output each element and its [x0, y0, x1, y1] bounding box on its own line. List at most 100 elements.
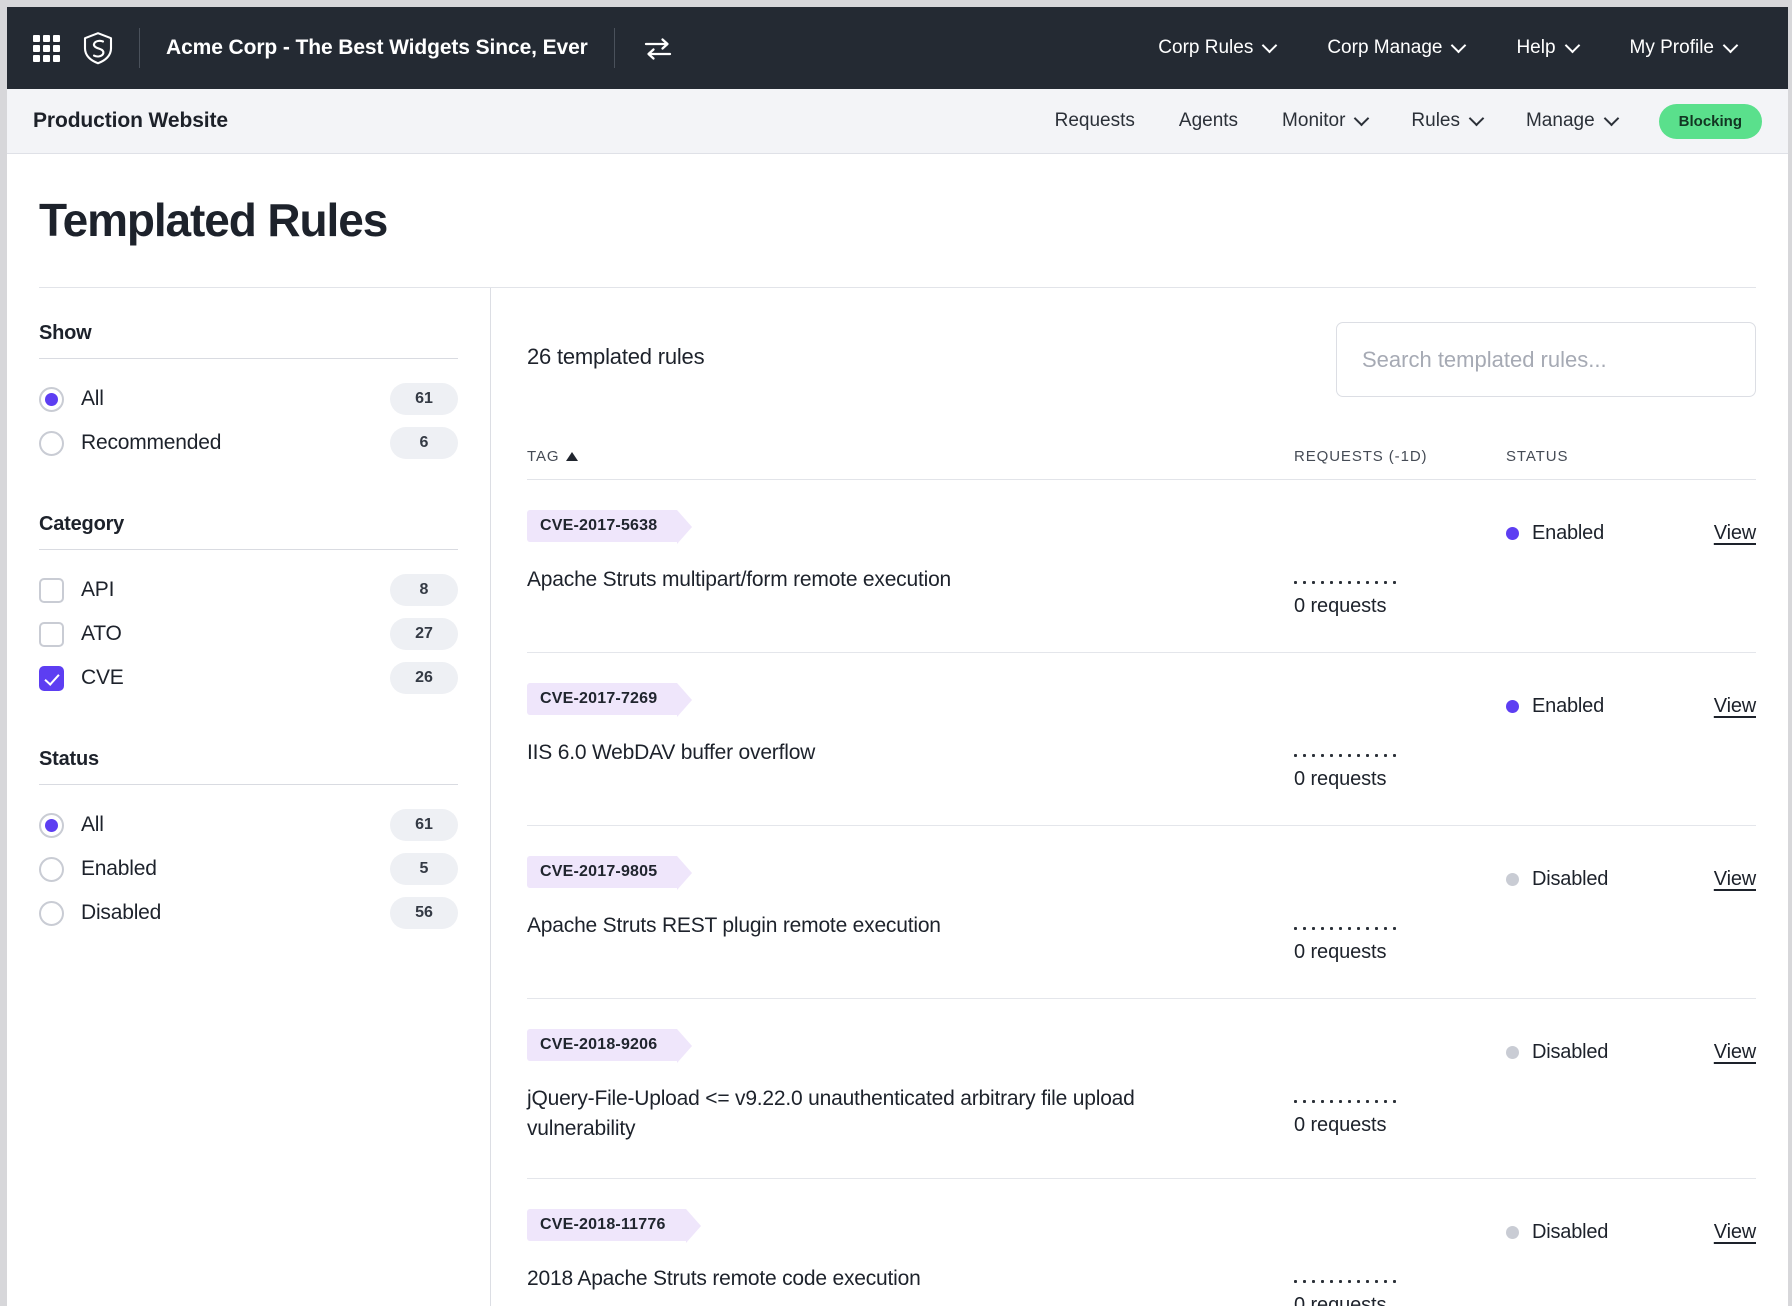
checkbox-icon[interactable]	[39, 577, 64, 603]
nav-item-label: Monitor	[1282, 110, 1346, 131]
corp-title: Acme Corp - The Best Widgets Since, Ever	[166, 36, 588, 59]
table-row[interactable]: CVE-2018-9206 jQuery-File-Upload <= v9.2…	[527, 999, 1756, 1179]
chevron-down-icon	[1603, 110, 1619, 126]
filter-option-show-all[interactable]: All 61	[39, 377, 458, 421]
column-header-tag[interactable]: TAG	[527, 448, 1294, 465]
requests-sparkline	[1294, 1091, 1506, 1103]
nav-item-label: Requests	[1054, 110, 1135, 131]
rule-status-cell: Disabled	[1506, 1029, 1686, 1064]
filter-option-category-cve[interactable]: CVE 26	[39, 656, 458, 700]
corp-menu-corp-rules[interactable]: Corp Rules	[1132, 29, 1301, 67]
search-box[interactable]	[1336, 322, 1756, 397]
rules-list-panel: 26 templated rules TAG REQUESTS (-1D) ST…	[491, 288, 1756, 1306]
filter-option-count: 61	[390, 809, 458, 841]
radio-icon[interactable]	[39, 900, 64, 926]
requests-count: 0 requests	[1294, 768, 1387, 790]
filter-option-status-all[interactable]: All 61	[39, 803, 458, 847]
shield-logo-icon[interactable]	[81, 31, 115, 65]
view-rule-link[interactable]: View	[1714, 1221, 1756, 1243]
table-row[interactable]: CVE-2017-9805 Apache Struts REST plugin …	[527, 826, 1756, 999]
nav-item-monitor[interactable]: Monitor	[1260, 102, 1389, 140]
status-dot-disabled-icon	[1506, 1046, 1519, 1059]
swap-arrows-icon[interactable]	[641, 33, 675, 63]
rule-tag-badge: CVE-2018-9206	[527, 1029, 693, 1063]
site-nav-links: Requests Agents Monitor Rules Manage Blo…	[1033, 102, 1762, 140]
view-rule-link[interactable]: View	[1714, 1041, 1756, 1063]
chevron-down-icon	[1262, 37, 1278, 53]
filter-option-status-enabled[interactable]: Enabled 5	[39, 847, 458, 891]
status-label: Disabled	[1532, 1041, 1609, 1063]
rule-requests-cell: 0 requests	[1294, 510, 1506, 618]
filter-option-category-ato[interactable]: ATO 27	[39, 612, 458, 656]
rule-info: CVE-2017-9805 Apache Struts REST plugin …	[527, 856, 1294, 941]
rule-name: IIS 6.0 WebDAV buffer overflow	[527, 741, 816, 764]
radio-icon-selected[interactable]	[39, 812, 64, 838]
filters-sidebar: Show All 61 Recommended 6 Category API 8…	[39, 288, 491, 1306]
nav-item-label: Manage	[1525, 110, 1595, 131]
table-row[interactable]: CVE-2018-11776 2018 Apache Struts remote…	[527, 1179, 1756, 1306]
filter-option-label: ATO	[81, 622, 122, 645]
filter-option-count: 56	[390, 897, 458, 929]
results-count: 26 templated rules	[527, 344, 705, 369]
rule-status-cell: Disabled	[1506, 856, 1686, 891]
rule-requests-cell: 0 requests	[1294, 683, 1506, 791]
table-row[interactable]: CVE-2017-7269 IIS 6.0 WebDAV buffer over…	[527, 653, 1756, 826]
filter-group-status: Status All 61 Enabled 5 Disabled 56	[39, 748, 458, 935]
list-toolbar: 26 templated rules	[527, 322, 1756, 412]
nav-item-rules[interactable]: Rules	[1389, 102, 1504, 140]
requests-count: 0 requests	[1294, 1114, 1387, 1136]
status-label: Disabled	[1532, 868, 1609, 890]
requests-sparkline	[1294, 1271, 1506, 1283]
blocking-mode-badge[interactable]: Blocking	[1658, 103, 1762, 139]
window-top-edge	[0, 0, 1792, 7]
nav-item-agents[interactable]: Agents	[1157, 102, 1260, 140]
nav-item-manage[interactable]: Manage	[1504, 102, 1639, 140]
corp-menu-corp-manage[interactable]: Corp Manage	[1301, 29, 1490, 67]
view-rule-link[interactable]: View	[1714, 695, 1756, 717]
corp-bar-menus: Corp Rules Corp Manage Help My Profile	[1132, 29, 1762, 67]
filter-group-heading: Show	[39, 322, 92, 344]
rule-status-cell: Disabled	[1506, 1209, 1686, 1244]
table-row[interactable]: CVE-2017-5638 Apache Struts multipart/fo…	[527, 480, 1756, 653]
radio-icon-selected[interactable]	[39, 386, 64, 412]
corp-bar-left: Acme Corp - The Best Widgets Since, Ever	[33, 28, 675, 68]
corp-menu-label: Corp Rules	[1158, 37, 1254, 58]
search-input[interactable]	[1362, 346, 1730, 373]
site-sub-nav: Production Website Requests Agents Monit…	[7, 89, 1788, 154]
filter-option-show-recommended[interactable]: Recommended 6	[39, 421, 458, 465]
rule-name: jQuery-File-Upload <= v9.22.0 unauthenti…	[527, 1087, 1135, 1140]
nav-item-requests[interactable]: Requests	[1033, 102, 1157, 140]
app-switcher-grid-icon[interactable]	[33, 35, 60, 62]
sort-ascending-icon	[566, 452, 579, 461]
view-rule-link[interactable]: View	[1714, 868, 1756, 890]
requests-count: 0 requests	[1294, 1293, 1387, 1306]
page-body: Templated Rules Show All 61 Recommended …	[7, 155, 1788, 1306]
status-label: Disabled	[1532, 1220, 1609, 1243]
rule-tag-badge: CVE-2017-9805	[527, 856, 693, 890]
radio-icon[interactable]	[39, 856, 64, 882]
table-header-row: TAG REQUESTS (-1D) STATUS	[527, 412, 1756, 480]
filter-option-count: 27	[390, 618, 458, 650]
requests-sparkline	[1294, 745, 1506, 757]
corp-menu-help[interactable]: Help	[1490, 29, 1603, 67]
page-title: Templated Rules	[39, 194, 388, 246]
radio-icon[interactable]	[39, 430, 64, 456]
filter-group-heading: Category	[39, 513, 125, 535]
corp-menu-label: Help	[1516, 37, 1556, 58]
corp-divider-2	[613, 28, 615, 68]
checkbox-icon[interactable]	[39, 621, 64, 647]
corp-menu-my-profile[interactable]: My Profile	[1604, 29, 1762, 67]
filter-option-label: CVE	[81, 666, 124, 689]
rule-actions-cell: View	[1686, 1029, 1756, 1064]
view-rule-link[interactable]: View	[1714, 522, 1756, 544]
column-header-status: STATUS	[1506, 448, 1569, 465]
checkbox-icon-checked[interactable]	[39, 665, 64, 691]
filter-option-status-disabled[interactable]: Disabled 56	[39, 891, 458, 935]
status-dot-enabled-icon	[1506, 527, 1519, 540]
requests-count: 0 requests	[1294, 595, 1387, 617]
rule-info: CVE-2018-9206 jQuery-File-Upload <= v9.2…	[527, 1029, 1294, 1144]
chevron-down-icon	[1722, 37, 1739, 53]
filter-option-category-api[interactable]: API 8	[39, 568, 458, 612]
rule-requests-cell: 0 requests	[1294, 1029, 1506, 1137]
filter-group-divider	[39, 549, 458, 550]
